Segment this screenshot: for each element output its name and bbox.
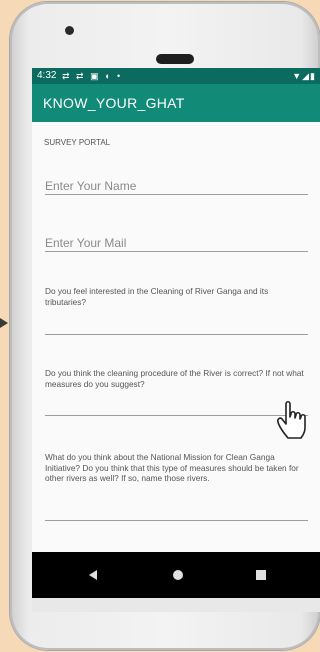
home-circle-icon[interactable] [173,570,183,580]
question-1-label: Do you feel interested in the Cleaning o… [45,286,269,307]
navigation-bar [32,552,320,598]
hand-pointer-icon [277,400,306,439]
mail-input[interactable] [45,235,308,251]
app-bar: KNOW_YOUR_GHAT [32,84,320,122]
name-field-wrapper [45,178,308,195]
front-camera [65,26,74,35]
side-arrow-icon [0,318,8,328]
recent-apps-square-icon[interactable] [256,570,266,580]
phone-frame: 4:32 ⇄ ⇄ ▣ ◐ • ▼◢▮ KNOW_YOUR_GHAT SURVEY… [10,2,320,650]
phone-screen: 4:32 ⇄ ⇄ ▣ ◐ • ▼◢▮ KNOW_YOUR_GHAT SURVEY… [32,68,320,612]
survey-form: SURVEY PORTAL Do you feel interested in … [32,122,320,552]
question-1-input[interactable] [45,318,308,334]
question-1-field-wrapper [45,318,308,335]
question-2-label: Do you think the cleaning procedure of t… [45,368,304,389]
section-label: SURVEY PORTAL [44,138,111,147]
earpiece-speaker [156,54,194,64]
back-triangle-icon[interactable] [89,570,97,580]
question-3-field-wrapper [45,504,308,521]
question-2-input[interactable] [45,399,308,415]
screen-bottom-strip [32,598,320,612]
name-input[interactable] [45,178,308,194]
question-3-label: What do you think about the National Mis… [45,452,299,483]
mail-field-wrapper [45,235,308,252]
app-title: KNOW_YOUR_GHAT [43,95,185,111]
signal-battery-icons: ▼◢▮ [292,71,316,81]
status-time: 4:32 [37,70,57,81]
question-3-input[interactable] [45,504,308,520]
status-bar: 4:32 ⇄ ⇄ ▣ ◐ • ▼◢▮ [32,68,320,84]
question-2-field-wrapper [45,399,308,416]
notification-icons: ⇄ ⇄ ▣ ◐ • [62,71,123,81]
